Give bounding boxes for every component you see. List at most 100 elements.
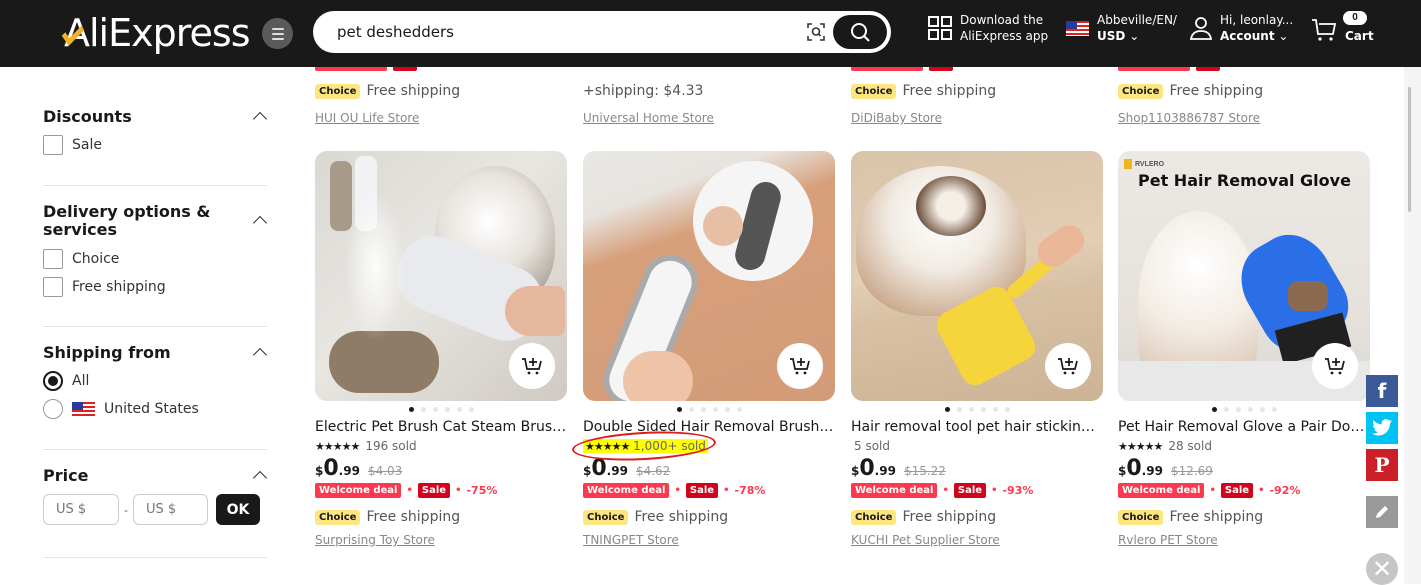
- shipping-info: Choice Free shipping: [315, 83, 460, 99]
- rating-sold: ★★★★★ 28 sold: [1118, 439, 1212, 453]
- image-carousel-dots[interactable]: [851, 407, 1103, 413]
- original-price: $12.69: [1170, 464, 1213, 478]
- pinterest-share-button[interactable]: P: [1366, 449, 1398, 481]
- image-carousel-dots[interactable]: [1118, 407, 1370, 413]
- account-menu[interactable]: Hi, leonlay... Account ⌄: [1190, 12, 1293, 44]
- locale-currency-selector[interactable]: Abbeville/EN/USD ⌄: [1066, 12, 1177, 44]
- star-rating-icon: ★★★★★: [585, 440, 630, 453]
- store-link[interactable]: Universal Home Store: [583, 111, 714, 125]
- filter-option-choice[interactable]: Choice: [43, 245, 267, 273]
- product-card[interactable]: Double Sided Hair Removal Brushes ... ★★…: [571, 151, 835, 547]
- facebook-share-button[interactable]: f: [1366, 375, 1398, 407]
- original-price: $4.62: [635, 464, 671, 478]
- product-image-steam-brush[interactable]: [315, 151, 567, 401]
- price-ok-button[interactable]: OK: [216, 494, 260, 525]
- page-scrollbar[interactable]: [1404, 67, 1421, 584]
- store-link[interactable]: HUI OU Life Store: [315, 111, 419, 125]
- star-rating-icon: ★★★★★: [315, 439, 360, 453]
- welcome-deal-badge: Welcome deal: [1118, 483, 1205, 498]
- price-min-input[interactable]: [43, 494, 119, 525]
- store-link[interactable]: Surprising Toy Store: [315, 533, 567, 547]
- store-link[interactable]: DiDiBaby Store: [851, 111, 942, 125]
- filter-discounts: Discounts Sale: [43, 67, 268, 186]
- cart-plus-icon: [790, 358, 810, 375]
- product-card[interactable]: RVLERO Pet Hair Removal Glove Pet Hair R…: [1118, 151, 1370, 547]
- radio-selected[interactable]: [43, 371, 63, 391]
- cart-plus-icon: [1058, 358, 1078, 375]
- search-icon: [851, 23, 870, 42]
- search-button[interactable]: [833, 15, 887, 49]
- filter-shipping-from: Shipping from All United States: [43, 327, 268, 450]
- twitter-share-button[interactable]: [1366, 412, 1398, 444]
- deal-badges: Welcome deal • Sale • -75%: [315, 483, 567, 498]
- choice-badge: Choice: [1118, 509, 1164, 525]
- filter-title: Shipping from: [43, 343, 171, 362]
- filter-delivery: Delivery options & services Choice Free …: [43, 186, 268, 327]
- user-icon: [1190, 17, 1212, 40]
- welcome-deal-badge: Welcome deal: [851, 483, 938, 498]
- shipping-info: Choice Free shipping: [1118, 83, 1263, 99]
- store-link[interactable]: KUCHI Pet Supplier Store: [851, 533, 1103, 547]
- close-share-button[interactable]: ✕: [1366, 553, 1398, 585]
- product-image-hair-roller[interactable]: [851, 151, 1103, 401]
- sale-badge: Sale: [953, 483, 987, 498]
- store-link[interactable]: TNINGPET Store: [583, 533, 835, 547]
- sale-badge: Sale: [685, 483, 719, 498]
- checkbox[interactable]: [43, 135, 63, 155]
- pencil-icon: [1376, 506, 1388, 518]
- product-title[interactable]: Electric Pet Brush Cat Steam Brush S...: [315, 418, 567, 436]
- scrollbar-thumb[interactable]: [1408, 87, 1411, 212]
- chevron-down-icon: ⌄: [1278, 29, 1289, 43]
- aliexpress-logo[interactable]: AliExpress: [61, 11, 250, 55]
- add-to-cart-button[interactable]: [1045, 343, 1091, 389]
- product-card[interactable]: Hair removal tool pet hair sticking de..…: [851, 151, 1103, 547]
- product-title[interactable]: Hair removal tool pet hair sticking de..…: [851, 418, 1103, 436]
- filter-option-sale[interactable]: Sale: [43, 131, 267, 159]
- filter-title: Delivery options & services: [43, 202, 211, 239]
- rating-sold: ★★★★★ 196 sold: [315, 439, 417, 453]
- pinterest-icon: P: [1374, 453, 1390, 477]
- filter-option-united-states[interactable]: United States: [43, 395, 267, 423]
- filter-option-free-shipping[interactable]: Free shipping: [43, 273, 267, 301]
- filter-title: Discounts: [43, 107, 132, 126]
- store-link[interactable]: Rvlero PET Store: [1118, 533, 1370, 547]
- product-title[interactable]: Pet Hair Removal Glove a Pair Doubl...: [1118, 418, 1370, 436]
- download-app-link[interactable]: Download the AliExpress app: [928, 12, 1048, 44]
- welcome-deal-badge: Welcome deal: [315, 483, 402, 498]
- choice-badge: Choice: [851, 83, 897, 99]
- radio[interactable]: [43, 399, 63, 419]
- brand-watermark: RVLERO: [1124, 159, 1164, 169]
- discount-percent: -78%: [734, 484, 766, 497]
- star-rating-icon: ★★★★★: [1118, 439, 1163, 453]
- highlighted-rating: ★★★★★ 1,000+ sold: [583, 439, 708, 453]
- price: $0.99 $4.62: [583, 456, 671, 481]
- add-to-cart-button[interactable]: [509, 343, 555, 389]
- close-icon: ✕: [1371, 555, 1393, 583]
- cart-plus-icon: [1325, 358, 1345, 375]
- product-image-hair-glove[interactable]: RVLERO Pet Hair Removal Glove: [1118, 151, 1370, 401]
- product-title[interactable]: Double Sided Hair Removal Brushes ...: [583, 418, 835, 436]
- checkbox[interactable]: [43, 277, 63, 297]
- shipping-info: Choice Free shipping: [851, 509, 1103, 525]
- store-link[interactable]: Shop1103886787 Store: [1118, 111, 1260, 125]
- chevron-up-icon[interactable]: [252, 215, 268, 231]
- edit-feedback-button[interactable]: [1366, 496, 1398, 528]
- image-search-icon[interactable]: [806, 22, 826, 42]
- checkbox[interactable]: [43, 249, 63, 269]
- rating-sold: 5 sold: [854, 439, 890, 453]
- product-card[interactable]: Electric Pet Brush Cat Steam Brush S... …: [315, 151, 567, 547]
- add-to-cart-button[interactable]: [777, 343, 823, 389]
- add-to-cart-button[interactable]: [1312, 343, 1358, 389]
- category-menu-button[interactable]: [262, 18, 293, 49]
- shipping-info: +shipping: $4.33: [583, 83, 704, 99]
- product-image-double-sided-brush[interactable]: [583, 151, 835, 401]
- image-headline: Pet Hair Removal Glove: [1138, 171, 1351, 190]
- filter-option-all[interactable]: All: [43, 367, 267, 395]
- price-max-input[interactable]: [133, 494, 208, 525]
- shipping-info: Choice Free shipping: [583, 509, 835, 525]
- choice-badge: Choice: [315, 83, 361, 99]
- image-carousel-dots[interactable]: [315, 407, 567, 413]
- image-carousel-dots[interactable]: [583, 407, 835, 413]
- cart-count-badge: 0: [1343, 11, 1367, 25]
- search-input[interactable]: [337, 11, 797, 53]
